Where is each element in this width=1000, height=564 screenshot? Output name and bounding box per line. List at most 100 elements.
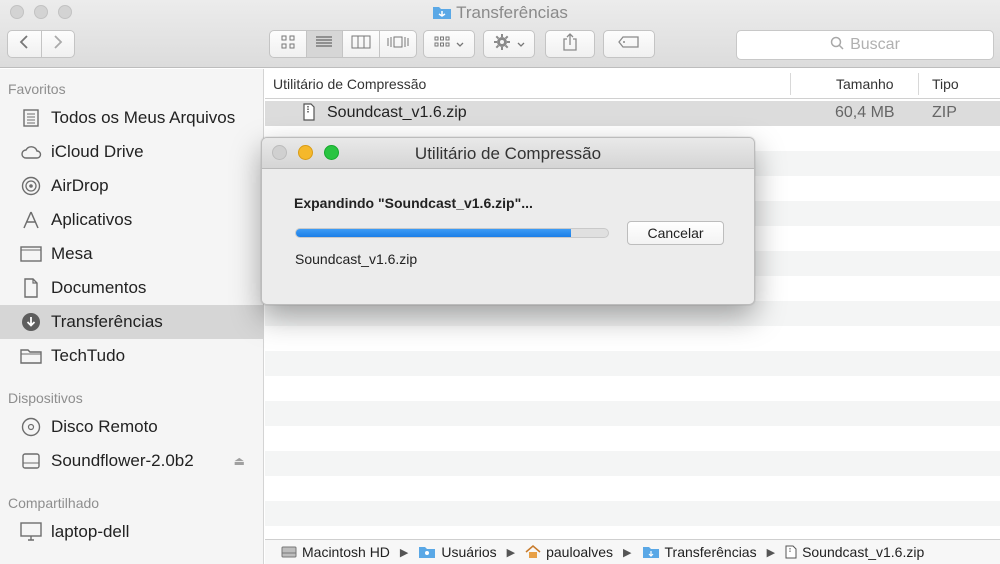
path-item-macintosh-hd[interactable]: Macintosh HD	[281, 544, 390, 560]
share-icon	[562, 32, 578, 56]
cloud-icon	[20, 141, 42, 163]
column-view-button[interactable]	[343, 31, 380, 57]
dialog-body: Expandindo "Soundcast_v1.6.zip"... Sound…	[262, 170, 754, 304]
file-kind: ZIP	[932, 104, 957, 121]
sidebar-item-aplicativos[interactable]: Aplicativos	[0, 203, 263, 237]
empty-row	[265, 451, 1000, 476]
expanding-message: Expandindo "Soundcast_v1.6.zip"...	[294, 195, 533, 211]
path-item-file[interactable]: Soundcast_v1.6.zip	[785, 544, 924, 560]
coverflow-view-button[interactable]	[380, 31, 416, 57]
columns-icon	[351, 35, 371, 54]
column-header-row: Utilitário de Compressão Tamanho Tipo	[265, 69, 1000, 99]
path-item-transferencias[interactable]: Transferências	[642, 544, 757, 560]
icon-view-button[interactable]	[270, 31, 307, 57]
sidebar-item-label: TechTudo	[51, 346, 126, 365]
path-item-label: Transferências	[664, 544, 757, 560]
list-view-button[interactable]	[306, 31, 343, 57]
sidebar-item-label: Aplicativos	[51, 210, 133, 229]
download-icon	[20, 311, 42, 333]
list-icon	[315, 35, 333, 54]
path-separator-icon: ▶	[766, 546, 776, 559]
grid-icon	[281, 35, 295, 54]
coverflow-icon	[387, 35, 409, 54]
sidebar-item-icloud-drive[interactable]: iCloud Drive	[0, 135, 263, 169]
chevron-right-icon	[53, 34, 63, 54]
file-name: Soundcast_v1.6.zip	[327, 104, 467, 121]
empty-row	[265, 351, 1000, 376]
column-divider[interactable]	[918, 73, 919, 95]
applications-icon	[20, 209, 42, 231]
chevron-down-icon	[456, 35, 464, 53]
sidebar-item-label: AirDrop	[51, 176, 109, 195]
sidebar-item-disco-remoto[interactable]: Disco Remoto	[0, 410, 263, 444]
path-separator-icon: ▶	[623, 546, 632, 559]
sidebar-item-documentos[interactable]: Documentos	[0, 271, 263, 305]
tag-button[interactable]	[603, 30, 655, 58]
zip-file-icon	[303, 103, 315, 126]
arrange-button[interactable]	[423, 30, 475, 58]
path-item-label: pauloalves	[546, 544, 614, 560]
zip-file-icon	[785, 545, 797, 559]
sidebar-item-todos-os-meus-arquivos[interactable]: Todos os Meus Arquivos	[0, 101, 263, 135]
path-item-pauloalves[interactable]: pauloalves	[525, 544, 613, 560]
sidebar-item-label: iCloud Drive	[51, 142, 144, 161]
desktop-icon	[20, 243, 42, 265]
sidebar-item-label: Soundflower-2.0b2	[51, 451, 194, 470]
view-mode-segment	[269, 30, 417, 58]
home-icon	[525, 545, 541, 559]
sidebar-item-techtudo[interactable]: TechTudo	[0, 339, 263, 373]
drive-icon	[20, 450, 42, 472]
progress-bar	[295, 228, 609, 238]
downloads-folder-icon	[642, 545, 660, 559]
document-icon	[20, 277, 42, 299]
forward-button[interactable]	[42, 31, 75, 57]
sidebar: Favoritos Todos os Meus Arquivos iCloud …	[0, 69, 264, 564]
share-button[interactable]	[545, 30, 595, 58]
disc-icon	[20, 416, 42, 438]
path-separator-icon: ▶	[399, 546, 409, 559]
folder-icon	[432, 4, 452, 25]
empty-row	[265, 476, 1000, 501]
eject-icon[interactable]: ⏏	[234, 454, 245, 468]
column-header-name[interactable]: Utilitário de Compressão	[273, 76, 426, 92]
sidebar-item-label: Todos os Meus Arquivos	[51, 108, 236, 127]
sidebar-section-header: Dispositivos	[8, 390, 83, 406]
sidebar-item-label: Transferências	[51, 312, 163, 331]
column-header-kind[interactable]: Tipo	[932, 76, 959, 92]
finder-toolbar: Transferências Buscar	[0, 0, 1000, 68]
window-title: Transferências	[0, 3, 1000, 25]
sidebar-item-soundflower[interactable]: Soundflower-2.0b2 ⏏	[0, 444, 263, 478]
dialog-filename: Soundcast_v1.6.zip	[295, 251, 418, 267]
empty-row	[265, 376, 1000, 401]
sidebar-section-header: Compartilhado	[8, 495, 100, 511]
sidebar-item-transferencias[interactable]: Transferências	[0, 305, 263, 339]
folder-icon	[20, 345, 42, 367]
progress-fill	[296, 229, 571, 237]
empty-row	[265, 426, 1000, 451]
search-field[interactable]: Buscar	[736, 30, 994, 60]
table-row[interactable]: Soundcast_v1.6.zip 60,4 MB ZIP	[265, 101, 1000, 126]
path-item-label: Usuários	[441, 544, 497, 560]
sidebar-item-laptop-dell[interactable]: laptop-dell	[0, 515, 263, 549]
chevron-down-icon	[517, 35, 525, 53]
navigation-buttons	[7, 30, 75, 58]
sidebar-item-mesa[interactable]: Mesa	[0, 237, 263, 271]
action-button[interactable]	[483, 30, 535, 58]
cancel-button[interactable]: Cancelar	[627, 221, 724, 245]
empty-row	[265, 326, 1000, 351]
back-button[interactable]	[8, 31, 42, 57]
hard-drive-icon	[281, 545, 297, 559]
sidebar-item-airdrop[interactable]: AirDrop	[0, 169, 263, 203]
tag-icon	[618, 35, 640, 53]
chevron-left-icon	[19, 34, 29, 54]
dialog-title: Utilitário de Compressão	[414, 144, 602, 163]
column-header-size[interactable]: Tamanho	[836, 76, 894, 92]
column-divider[interactable]	[790, 73, 791, 95]
gear-icon	[493, 33, 511, 56]
empty-row	[265, 501, 1000, 526]
compression-dialog: Utilitário de Compressão Expandindo "Sou…	[261, 137, 755, 305]
window-title-text: Transferências	[456, 3, 568, 22]
search-icon	[830, 36, 850, 55]
path-item-usuarios[interactable]: Usuários	[418, 544, 497, 560]
path-item-label: Macintosh HD	[302, 544, 390, 560]
